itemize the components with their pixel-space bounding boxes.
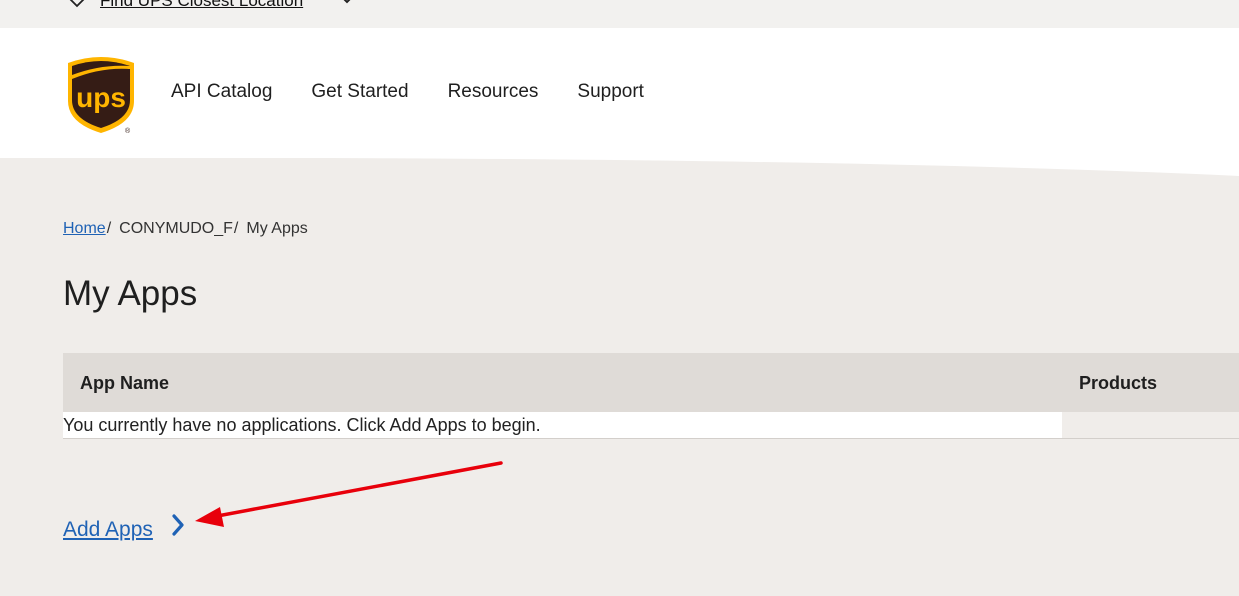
nav-resources[interactable]: Resources [448, 81, 539, 103]
site-header: ups ® API Catalog Get Started Resources … [0, 28, 1239, 158]
nav-api-catalog[interactable]: API Catalog [171, 81, 272, 103]
apps-table-header: App Name Products [63, 353, 1239, 412]
add-apps-link[interactable]: Add Apps [63, 518, 153, 542]
red-arrow-icon [195, 461, 503, 527]
chevron-right-icon[interactable] [170, 514, 186, 536]
chevron-down-icon[interactable] [340, 0, 354, 6]
column-app-name: App Name [80, 373, 170, 393]
header-swoosh [0, 150, 1239, 190]
empty-state-message: You currently have no applications. Clic… [63, 415, 541, 435]
nav-support[interactable]: Support [577, 81, 644, 103]
closest-location-link[interactable]: Find UPS Closest Location [100, 0, 303, 11]
breadcrumb-home-link[interactable]: Home [63, 220, 106, 237]
ups-logo[interactable]: ups ® [66, 55, 136, 135]
breadcrumb: Home/CONYMUDO_F/My Apps [63, 220, 308, 238]
svg-text:®: ® [125, 127, 131, 135]
nav-get-started[interactable]: Get Started [311, 81, 408, 103]
svg-text:ups: ups [76, 82, 126, 113]
empty-state-row: You currently have no applications. Clic… [63, 412, 1062, 438]
breadcrumb-separator: / [233, 220, 239, 237]
breadcrumb-account: CONYMUDO_F [119, 220, 233, 237]
breadcrumb-current: My Apps [246, 220, 308, 237]
page-title: My Apps [63, 274, 198, 313]
map-pin-icon [69, 0, 85, 8]
utility-bar: Find UPS Closest Location [0, 0, 1239, 28]
table-divider [63, 438, 1239, 439]
breadcrumb-separator: / [106, 220, 112, 237]
main-nav: API Catalog Get Started Resources Suppor… [171, 81, 683, 103]
column-products: Products [1079, 373, 1158, 393]
